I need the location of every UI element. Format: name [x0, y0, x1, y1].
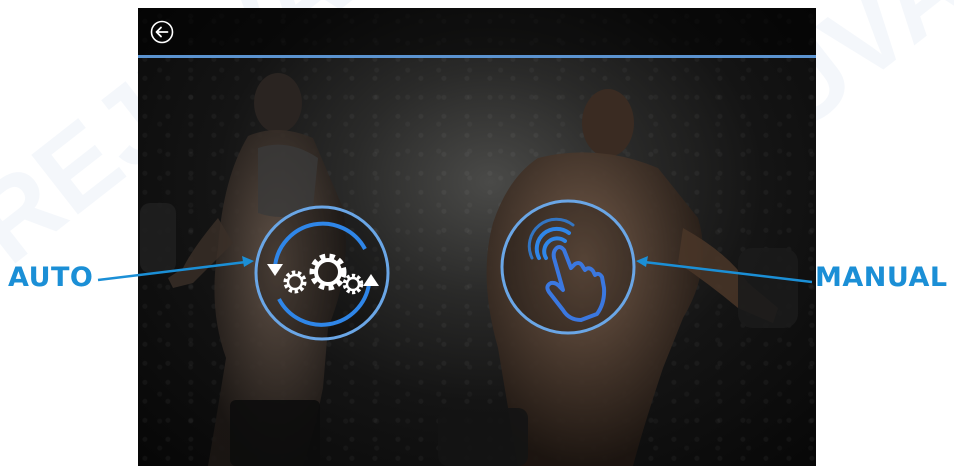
header-divider [138, 55, 816, 58]
header-bar [138, 8, 816, 56]
auto-mode-button[interactable] [253, 204, 391, 342]
back-arrow-icon [150, 20, 174, 44]
device-screen [138, 8, 816, 466]
background-texture [138, 8, 816, 466]
manual-mode-button[interactable] [499, 198, 637, 336]
touch-hand-icon [500, 199, 636, 335]
auto-callout-label: AUTO [8, 262, 94, 293]
manual-callout-label: MANUAL [815, 262, 948, 293]
auto-gears-cycle-icon [254, 205, 390, 341]
back-button[interactable] [150, 20, 174, 44]
page: REJUVA REJUVA [0, 0, 954, 466]
